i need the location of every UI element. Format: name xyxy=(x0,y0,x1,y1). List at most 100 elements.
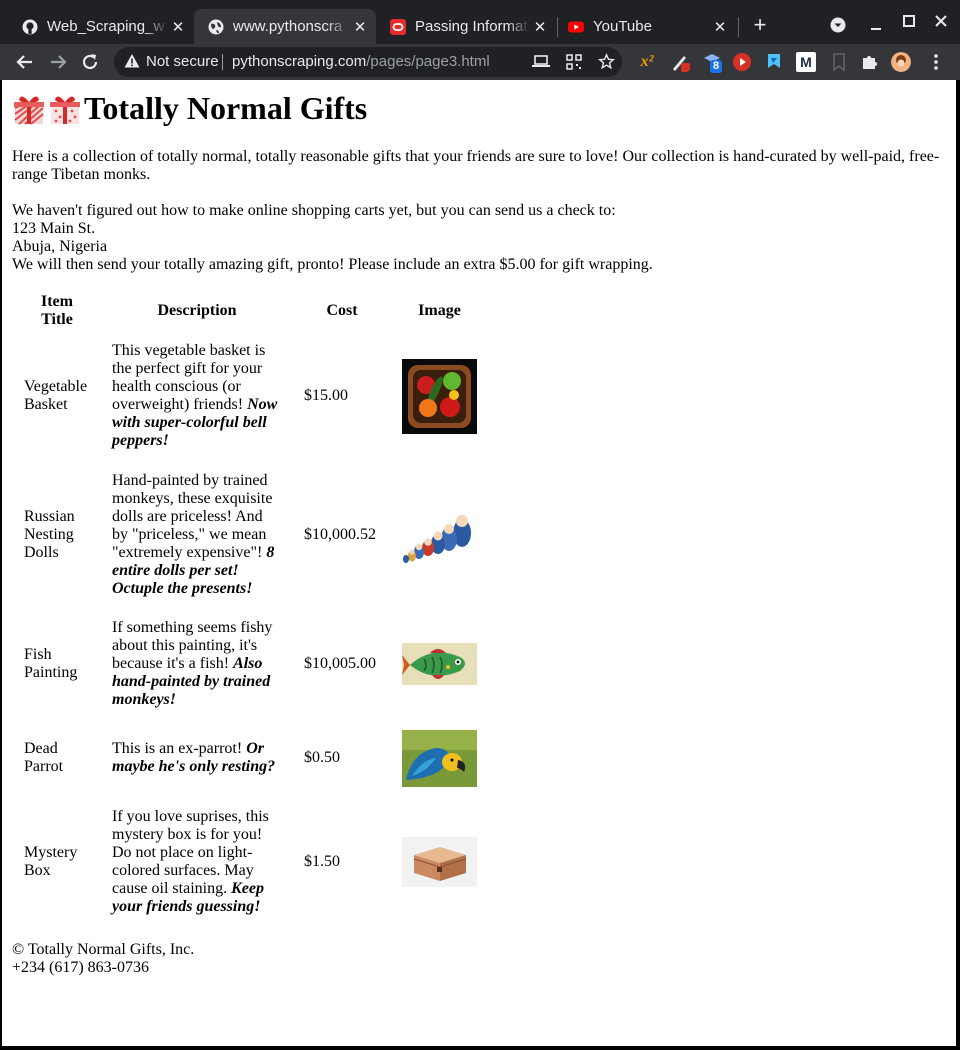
address-block: We haven't figured out how to make onlin… xyxy=(12,202,947,274)
back-icon[interactable] xyxy=(14,51,36,73)
cast-icon[interactable] xyxy=(532,55,550,69)
phone-number: +234 (617) 863-0736 xyxy=(12,959,150,976)
address-line: We will then send your totally amazing g… xyxy=(12,256,653,273)
item-description: This vegetable basket is the perfect gif… xyxy=(102,332,292,460)
item-title: Russian Nesting Dolls xyxy=(24,508,75,561)
table-row: Russian Nesting Dolls Hand-painted by tr… xyxy=(14,462,487,608)
math-extension-icon[interactable]: x² xyxy=(637,52,657,72)
table-row: Fish Painting If something seems fishy a… xyxy=(14,610,487,718)
item-cost: $0.50 xyxy=(304,749,340,766)
vegetable-basket-image xyxy=(402,358,477,434)
fish-painting-image xyxy=(402,643,477,685)
item-image-cell xyxy=(392,462,487,608)
github-icon xyxy=(22,19,38,34)
column-header: Image xyxy=(418,302,461,319)
description-text: Hand-painted by trained monkeys, these e… xyxy=(112,472,273,561)
close-icon[interactable]: ✕ xyxy=(530,18,550,36)
description-text: This vegetable basket is the perfect gif… xyxy=(112,342,266,413)
url-host: pythonscraping.com xyxy=(232,53,367,70)
item-title: Mystery Box xyxy=(24,844,78,879)
url-text[interactable]: pythonscraping.com/pages/page3.html xyxy=(232,53,490,70)
divider xyxy=(222,54,223,70)
reload-icon[interactable] xyxy=(79,51,101,73)
address-line: We haven't figured out how to make onlin… xyxy=(12,202,616,219)
close-icon[interactable]: ✕ xyxy=(710,18,730,36)
item-description: If you love suprises, this mystery box i… xyxy=(102,798,292,926)
item-cost: $15.00 xyxy=(304,387,348,404)
new-tab-button[interactable]: + xyxy=(749,14,771,36)
avatar[interactable] xyxy=(891,52,911,72)
play-extension-icon[interactable] xyxy=(732,52,752,72)
nesting-dolls-image xyxy=(402,503,477,567)
tab-divider xyxy=(738,17,739,37)
address-line: 123 Main St. xyxy=(12,220,96,237)
item-cost: $10,005.00 xyxy=(304,655,376,672)
gift-icon xyxy=(50,95,80,124)
mystery-box-image xyxy=(402,837,477,887)
copyright-text: © Totally Normal Gifts, Inc. xyxy=(12,941,195,958)
gift-icon xyxy=(14,95,44,125)
warning-icon[interactable] xyxy=(124,53,140,69)
maximize-icon[interactable] xyxy=(899,13,919,29)
column-header: Cost xyxy=(326,302,358,319)
puzzle-icon[interactable] xyxy=(860,52,880,72)
close-icon[interactable]: ✕ xyxy=(350,18,370,36)
item-image-cell xyxy=(392,332,487,460)
tab-oracle[interactable]: Passing Informat ✕ xyxy=(376,9,556,44)
address-line: Abuja, Nigeria xyxy=(12,238,108,255)
globe-icon xyxy=(208,19,224,34)
item-title: Vegetable Basket xyxy=(24,378,88,413)
column-header: Description xyxy=(157,302,237,319)
menu-icon[interactable] xyxy=(926,52,946,72)
column-header: Item Title xyxy=(41,293,73,328)
translate-extension-icon[interactable]: 8 xyxy=(702,52,723,73)
qr-code-icon[interactable] xyxy=(566,54,582,70)
page-heading: Totally Normal Gifts xyxy=(12,90,947,127)
item-image-cell xyxy=(392,798,487,926)
intro-text: Here is a collection of totally normal, … xyxy=(12,148,940,183)
gift-table: Item Title Description Cost Image Vegeta… xyxy=(12,290,489,928)
table-header-row: Item Title Description Cost Image xyxy=(14,292,487,330)
parrot-image xyxy=(402,729,477,787)
minimize-icon[interactable] xyxy=(866,17,886,33)
bookmark-icon[interactable] xyxy=(829,52,849,72)
tab-search-icon[interactable] xyxy=(830,17,846,33)
table-row: Vegetable Basket This vegetable basket i… xyxy=(14,332,487,460)
address-bar[interactable]: Not secure pythonscraping.com/pages/page… xyxy=(114,47,622,77)
tab-youtube[interactable]: YouTube ✕ xyxy=(554,9,736,44)
item-title: Dead Parrot xyxy=(24,740,64,775)
item-description: This is an ex-parrot! Or maybe he's only… xyxy=(102,720,292,796)
page-content: Totally Normal Gifts Here is a collectio… xyxy=(12,80,947,977)
page-viewport: Totally Normal Gifts Here is a collectio… xyxy=(2,80,956,1046)
close-icon[interactable]: ✕ xyxy=(168,18,188,36)
tab-label: Passing Informat xyxy=(415,18,528,35)
tab-label: www.pythonscra xyxy=(233,18,343,35)
item-image-cell xyxy=(392,720,487,796)
tab-label: Web_Scraping_w xyxy=(47,18,165,35)
m-extension-icon[interactable]: M xyxy=(796,52,816,72)
item-description: If something seems fishy about this pain… xyxy=(102,610,292,718)
item-image-cell xyxy=(392,610,487,718)
table-row: Mystery Box If you love suprises, this m… xyxy=(14,798,487,926)
item-description: Hand-painted by trained monkeys, these e… xyxy=(102,462,292,608)
item-cost: $10,000.52 xyxy=(304,526,376,543)
forward-icon[interactable] xyxy=(47,51,69,73)
bookmark-star-icon[interactable] xyxy=(598,53,615,70)
tab-pythonscraping[interactable]: www.pythonscra ✕ xyxy=(194,9,376,44)
oracle-icon xyxy=(390,18,406,35)
security-label[interactable]: Not secure xyxy=(146,53,219,70)
footer: © Totally Normal Gifts, Inc. +234 (617) … xyxy=(12,941,947,977)
table-row: Dead Parrot This is an ex-parrot! Or may… xyxy=(14,720,487,796)
url-path: /pages/page3.html xyxy=(366,53,490,70)
page-title: Totally Normal Gifts xyxy=(84,90,368,126)
extension-badge: 8 xyxy=(710,60,723,73)
tab-bar: Web_Scraping_w ✕ www.pythonscra ✕ Passin… xyxy=(0,0,960,44)
tab-github[interactable]: Web_Scraping_w ✕ xyxy=(8,9,194,44)
pen-extension-icon[interactable] xyxy=(670,52,690,72)
flag-extension-icon[interactable] xyxy=(764,52,784,72)
tab-label: YouTube xyxy=(593,18,652,35)
description-text: This is an ex-parrot! xyxy=(112,740,247,757)
window-close-icon[interactable] xyxy=(931,13,951,29)
item-title: Fish Painting xyxy=(24,646,78,681)
item-cost: $1.50 xyxy=(304,853,340,870)
